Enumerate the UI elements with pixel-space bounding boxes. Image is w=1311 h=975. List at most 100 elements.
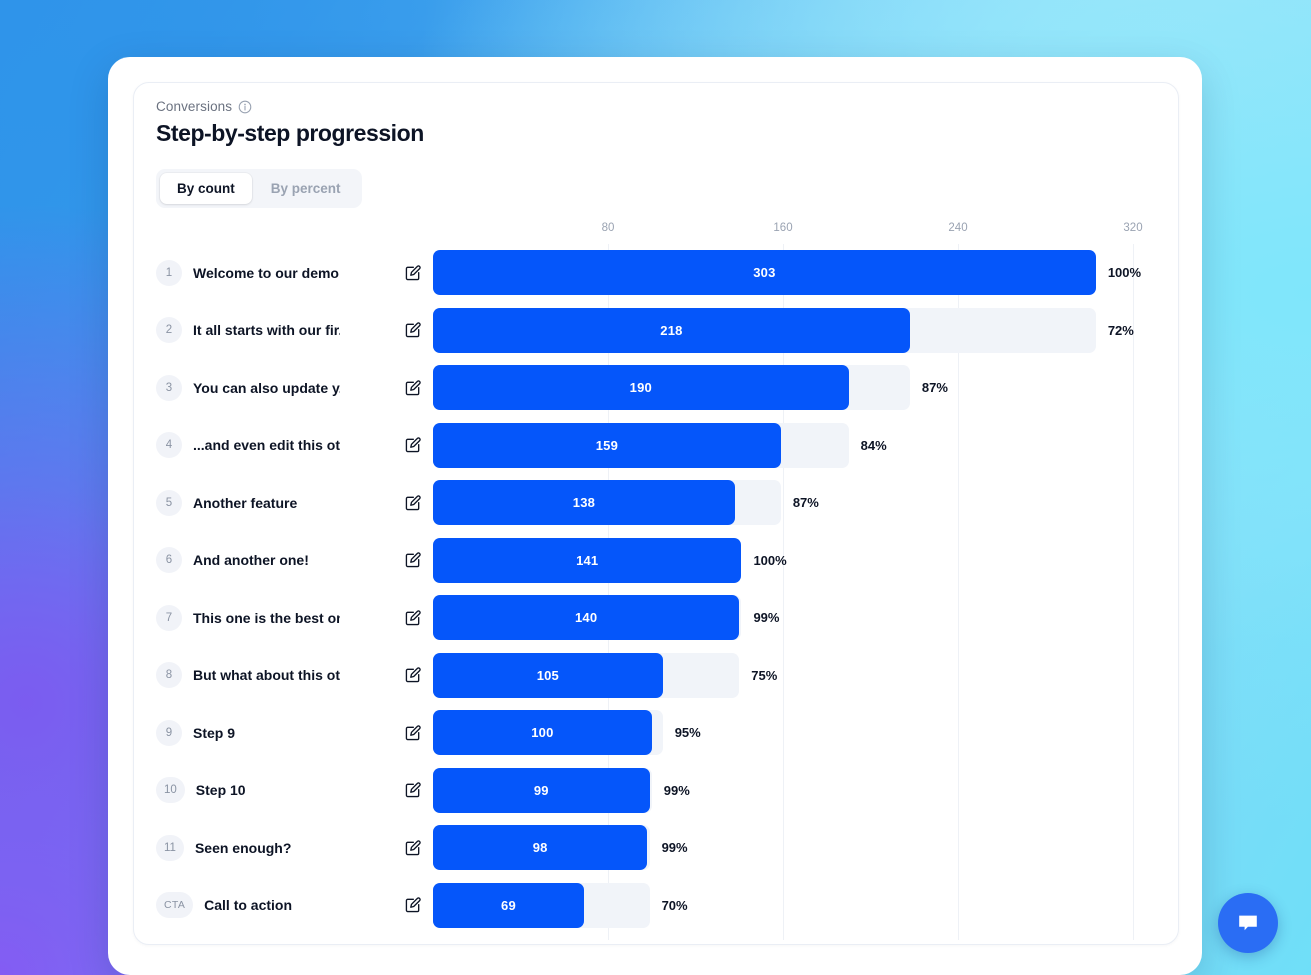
axis-tick-320: 320 (1123, 222, 1143, 234)
table-row: 7 This one is the best on... 140 99% (156, 589, 1156, 647)
page-title: Step-by-step progression (156, 120, 424, 146)
edit-step-button[interactable] (403, 780, 423, 800)
step-number-badge: 8 (156, 662, 182, 689)
step-label-cell: 9 Step 9 (156, 719, 433, 746)
table-row: 4 ...and even edit this ot... 159 84% (156, 417, 1156, 475)
step-name-label: Step 9 (193, 724, 236, 741)
step-number-badge: 3 (156, 374, 182, 401)
step-name-label: Seen enough? (194, 839, 292, 856)
bar-value-label: 190 (629, 380, 652, 396)
edit-step-button[interactable] (403, 665, 423, 685)
edit-step-button[interactable] (403, 435, 423, 455)
edit-icon (405, 610, 421, 625)
step-label-cell: 2 It all starts with our fir... (156, 317, 433, 344)
bar-percent-label: 72% (1107, 322, 1134, 338)
bar-cell: 69 70% (433, 882, 1156, 928)
step-name-label: Welcome to our demo ... (193, 264, 340, 281)
bar-fill[interactable]: 98 (433, 825, 648, 871)
step-name-label: Call to action (204, 897, 293, 914)
edit-step-button[interactable] (403, 838, 423, 858)
bar-cell: 218 72% (433, 307, 1156, 353)
step-label-cell: 4 ...and even edit this ot... (156, 432, 433, 459)
bar-cell: 100 95% (433, 710, 1156, 756)
step-number-badge: 5 (156, 489, 182, 516)
bar-fill[interactable]: 303 (433, 250, 1096, 296)
chat-bubble-icon (1239, 915, 1257, 931)
step-name-label: And another one! (193, 552, 309, 569)
step-label-cell: 3 You can also update y... (156, 374, 433, 401)
chat-widget-button[interactable] (1218, 893, 1278, 953)
table-row: 11 Seen enough? 98 99% (156, 819, 1156, 877)
edit-step-button[interactable] (403, 895, 423, 915)
bar-fill[interactable]: 218 (433, 307, 910, 353)
step-label-cell: 6 And another one! (156, 547, 433, 574)
tab-by-percent[interactable]: By percent (254, 173, 358, 204)
bar-percent-label: 87% (921, 380, 948, 396)
edit-step-button[interactable] (403, 493, 423, 513)
step-name-label: Step 10 (195, 782, 246, 799)
bar-value-label: 218 (660, 322, 683, 338)
bar-fill[interactable]: 141 (433, 537, 742, 583)
bar-percent-label: 99% (753, 610, 780, 626)
bar-cell: 141 100% (433, 537, 1156, 583)
edit-step-button[interactable] (403, 550, 423, 570)
step-label-cell: 5 Another feature (156, 489, 433, 516)
edit-step-button[interactable] (403, 378, 423, 398)
step-number-badge: 11 (156, 834, 184, 861)
step-number-badge: 1 (156, 259, 182, 286)
step-name-label: Another feature (193, 494, 298, 511)
step-label-cell: 7 This one is the best on... (156, 604, 433, 631)
bar-value-label: 99 (533, 782, 549, 798)
bar-fill[interactable]: 100 (433, 710, 652, 756)
card-eyebrow: Conversions (156, 99, 1156, 114)
edit-step-button[interactable] (403, 320, 423, 340)
edit-icon (405, 782, 421, 798)
bar-cell: 190 87% (433, 365, 1156, 411)
bar-fill[interactable]: 159 (433, 422, 781, 468)
edit-icon (405, 897, 421, 913)
edit-icon (405, 840, 421, 855)
info-icon[interactable] (238, 100, 252, 114)
edit-step-button[interactable] (403, 263, 423, 283)
bar-value-label: 105 (536, 667, 559, 683)
edit-step-button[interactable] (403, 723, 423, 743)
step-label-cell: CTA Call to action (156, 892, 433, 919)
eyebrow-label: Conversions (156, 99, 233, 114)
table-row: CTA Call to action 69 70% (156, 877, 1156, 935)
tab-by-count[interactable]: By count (160, 173, 252, 204)
progression-chart: 80 160 240 320 1 Welcome to our demo ... 303 1… (156, 222, 1156, 940)
bar-fill[interactable]: 69 (433, 882, 584, 928)
bar-fill[interactable]: 140 (433, 595, 740, 641)
bar-value-label: 69 (501, 897, 516, 913)
bar-fill[interactable]: 99 (433, 767, 650, 813)
bar-percent-label: 84% (860, 437, 887, 453)
edit-step-button[interactable] (403, 608, 423, 628)
table-row: 6 And another one! 141 100% (156, 532, 1156, 590)
step-name-label: ...and even edit this ot... (193, 437, 340, 454)
bar-value-label: 159 (595, 437, 619, 453)
step-number-badge: CTA (156, 892, 194, 919)
bar-percent-label: 70% (661, 897, 688, 913)
value-mode-toggle[interactable]: By count By percent (156, 169, 362, 208)
bar-value-label: 141 (576, 552, 599, 568)
bar-percent-label: 99% (661, 840, 688, 856)
bar-cell: 99 99% (433, 767, 1156, 813)
table-row: 5 Another feature 138 87% (156, 474, 1156, 532)
step-number-badge: 10 (156, 777, 185, 804)
step-name-label: It all starts with our fir... (193, 322, 340, 339)
bar-percent-label: 95% (674, 725, 701, 741)
bar-fill[interactable]: 138 (433, 480, 735, 526)
step-name-label: But what about this ot... (193, 667, 340, 684)
edit-icon (405, 322, 421, 338)
step-number-badge: 7 (156, 604, 182, 631)
step-label-cell: 1 Welcome to our demo ... (156, 259, 433, 286)
edit-icon (405, 380, 421, 395)
edit-icon (405, 667, 421, 683)
conversions-card: Conversions Step-by-step progression By … (133, 82, 1179, 945)
axis-tick-160: 160 (773, 222, 793, 234)
chart-rows: 1 Welcome to our demo ... 303 100% 2 It all s… (156, 244, 1156, 934)
bar-percent-label: 100% (753, 552, 787, 568)
bar-fill[interactable]: 190 (433, 365, 849, 411)
table-row: 8 But what about this ot... 105 75% (156, 647, 1156, 705)
bar-fill[interactable]: 105 (433, 652, 663, 698)
